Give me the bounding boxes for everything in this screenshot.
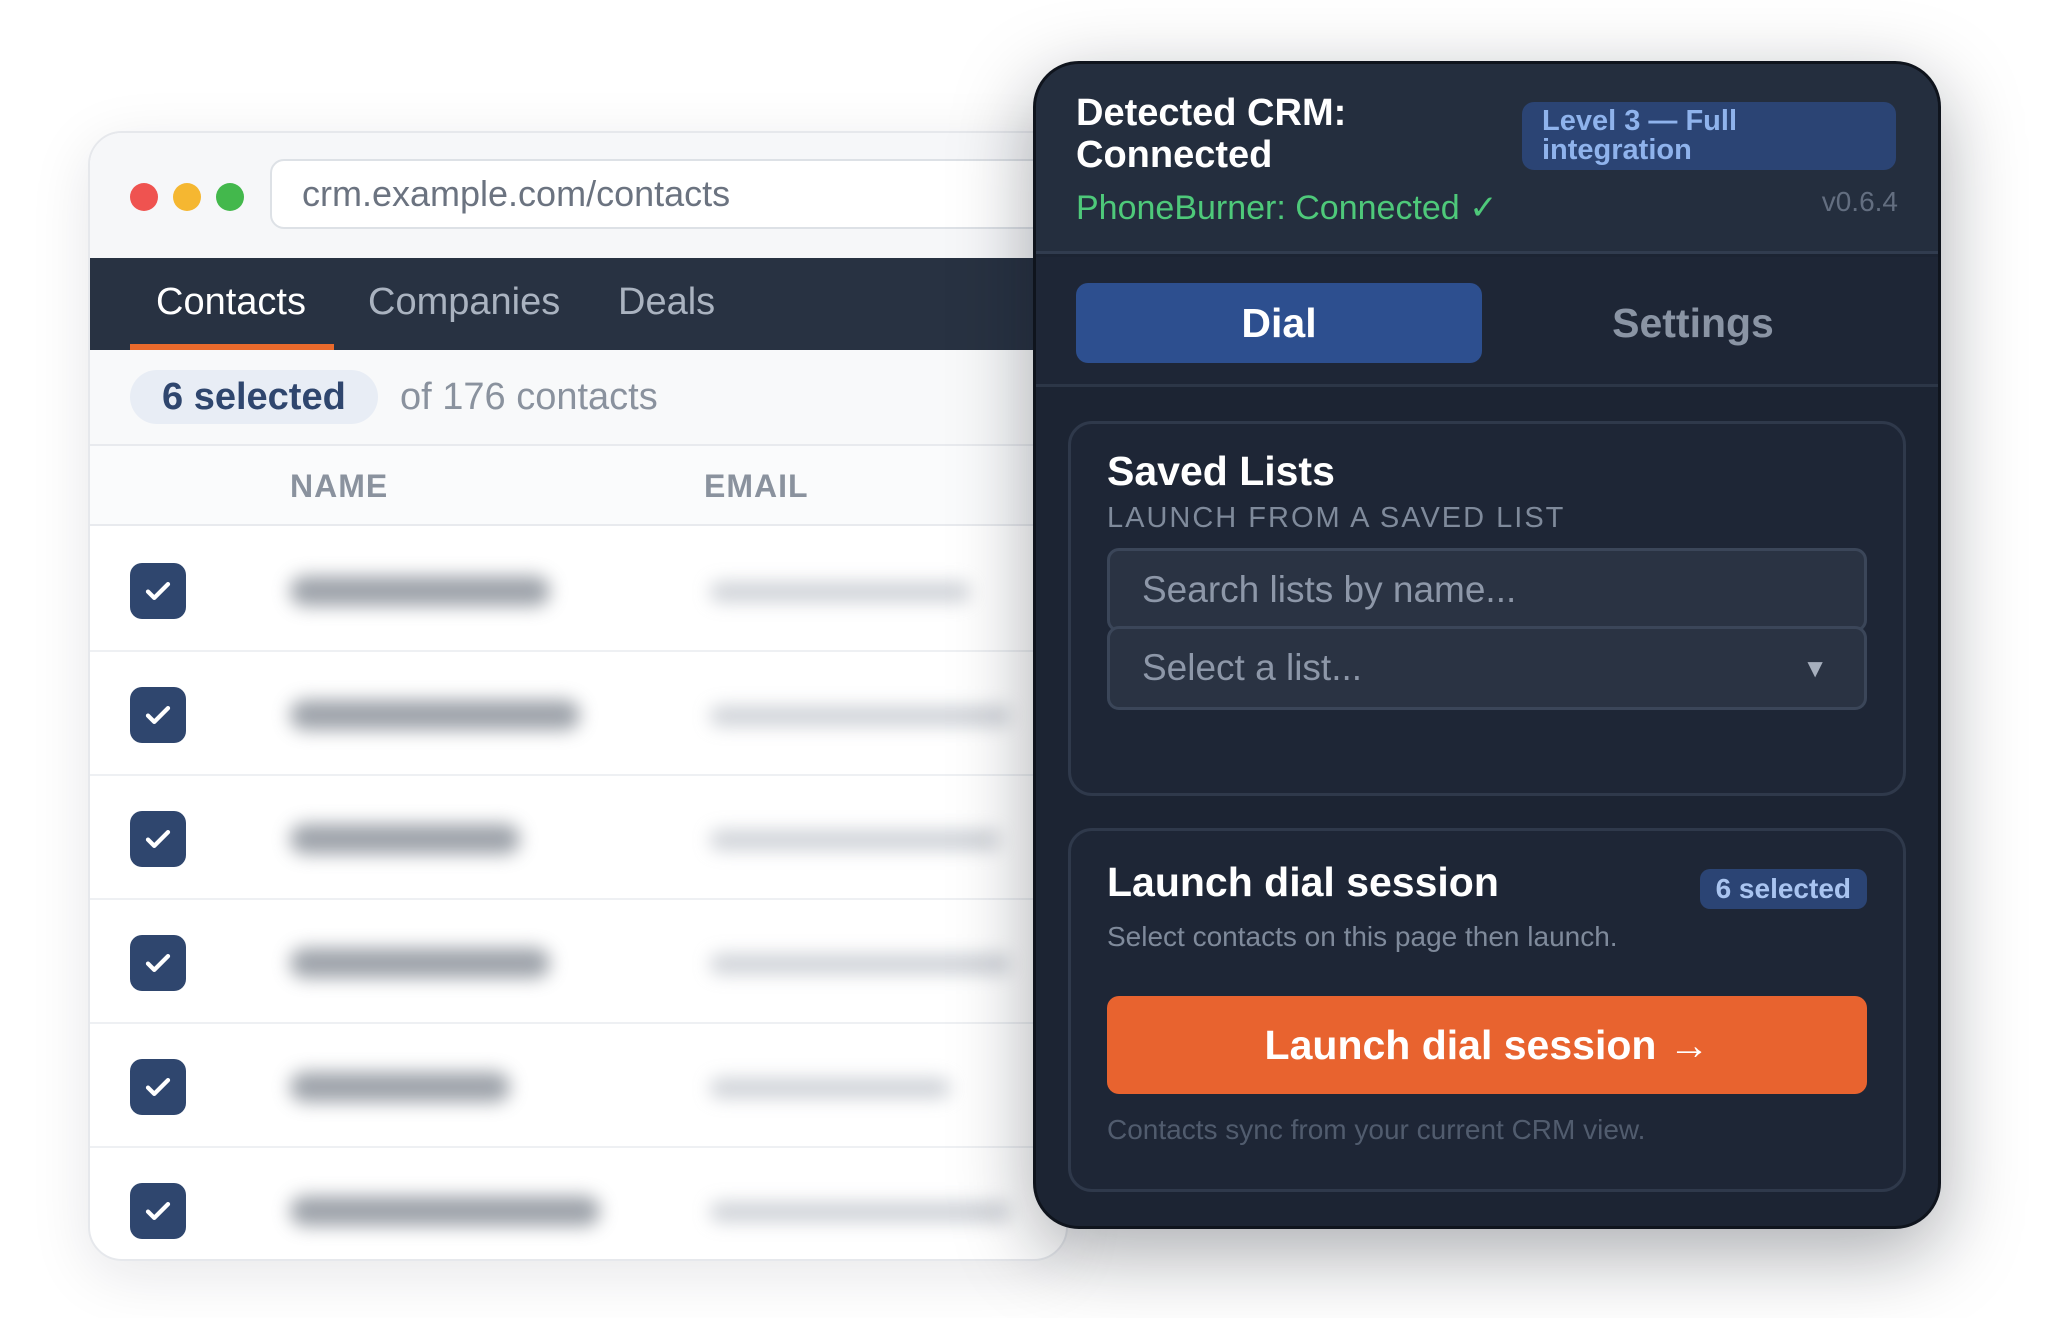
saved-lists-card: Saved Lists LAUNCH FROM A SAVED LIST Sea… <box>1068 421 1906 796</box>
sync-footnote: Contacts sync from your current CRM view… <box>1107 1114 1646 1145</box>
blurred-contact-email <box>710 582 970 602</box>
search-lists-input[interactable]: Search lists by name... <box>1107 548 1867 632</box>
checkmark-icon <box>145 1202 171 1220</box>
row-checkbox[interactable] <box>130 811 186 867</box>
selected-count-pill: 6 selected <box>130 370 378 424</box>
blurred-contact-name <box>290 1072 510 1102</box>
launch-dial-session-button[interactable]: Launch dial session → <box>1107 996 1867 1094</box>
launch-session-description: Select contacts on this page then launch… <box>1107 921 1618 952</box>
blurred-contact-email <box>710 830 1000 850</box>
crm-nav-bar: Contacts Companies Deals <box>90 258 1066 350</box>
row-checkbox[interactable] <box>130 563 186 619</box>
checkmark-icon <box>145 954 171 972</box>
blurred-contact-email <box>710 706 1010 726</box>
saved-lists-subtitle: LAUNCH FROM A SAVED LIST <box>1107 502 1566 534</box>
phoneburner-extension-panel: Detected CRM: Connected PhoneBurner: Con… <box>1033 61 1941 1229</box>
window-minimize-dot[interactable] <box>173 183 201 211</box>
blurred-contact-name <box>290 824 520 854</box>
blurred-contact-name <box>290 1196 600 1226</box>
checkmark-icon <box>145 1078 171 1096</box>
window-close-dot[interactable] <box>130 183 158 211</box>
checkmark-icon <box>145 582 171 600</box>
blurred-contact-name <box>290 700 580 730</box>
phoneburner-connection-status: PhoneBurner: Connected ✓ <box>1076 189 1498 227</box>
nav-tab-companies[interactable]: Companies <box>368 258 560 350</box>
chevron-down-icon: ▼ <box>1802 653 1828 683</box>
blurred-contact-name <box>290 576 550 606</box>
launch-session-card: Launch dial session 6 selected Select co… <box>1068 828 1906 1192</box>
column-header-email[interactable]: EMAIL <box>704 446 809 526</box>
row-checkbox[interactable] <box>130 1183 186 1239</box>
nav-tab-label: Companies <box>368 281 561 323</box>
table-header: NAME EMAIL <box>90 446 1066 526</box>
list-select-placeholder: Select a list... <box>1142 647 1363 688</box>
panel-header: Detected CRM: Connected PhoneBurner: Con… <box>1036 64 1938 254</box>
table-row[interactable] <box>90 528 1066 652</box>
table-row[interactable] <box>90 900 1066 1024</box>
selected-count-badge: 6 selected <box>1699 869 1867 909</box>
table-row[interactable] <box>90 652 1066 776</box>
table-row[interactable] <box>90 776 1066 900</box>
launch-button-label: Launch dial session <box>1264 1022 1657 1068</box>
arrow-right-icon: → <box>1668 1022 1710 1068</box>
table-row[interactable] <box>90 1148 1066 1259</box>
blurred-contact-name <box>290 948 550 978</box>
tab-settings[interactable]: Settings <box>1490 283 1896 363</box>
row-checkbox[interactable] <box>130 687 186 743</box>
blurred-contact-email <box>710 954 1010 974</box>
nav-tab-label: Contacts <box>156 281 306 323</box>
list-select-dropdown[interactable]: Select a list... ▼ <box>1107 626 1867 710</box>
nav-tab-label: Deals <box>618 281 716 323</box>
panel-tabs: Dial Settings <box>1036 257 1938 387</box>
address-bar[interactable]: crm.example.com/contacts <box>270 159 1066 229</box>
launch-session-title: Launch dial session <box>1107 859 1499 905</box>
checkmark-icon <box>145 830 171 848</box>
browser-chrome: crm.example.com/contacts <box>90 133 1066 258</box>
row-checkbox[interactable] <box>130 935 186 991</box>
integration-level-badge: Level 3 — Full integration <box>1522 102 1896 170</box>
nav-tab-deals[interactable]: Deals <box>618 258 715 350</box>
column-header-name[interactable]: NAME <box>290 446 388 526</box>
selection-bar: 6 selected of 176 contacts <box>90 350 1066 446</box>
tab-dial[interactable]: Dial <box>1076 283 1482 363</box>
row-checkbox[interactable] <box>130 1059 186 1115</box>
blurred-contact-email <box>710 1078 950 1098</box>
saved-lists-title: Saved Lists <box>1107 448 1335 494</box>
detected-crm-title: Detected CRM: Connected <box>1076 92 1347 176</box>
version-label: v0.6.4 <box>1821 186 1898 217</box>
checkmark-icon <box>145 706 171 724</box>
table-row[interactable] <box>90 1024 1066 1148</box>
blurred-contact-email <box>710 1202 1010 1222</box>
nav-tab-contacts[interactable]: Contacts <box>130 258 334 350</box>
total-contacts-text: of 176 contacts <box>400 376 658 418</box>
crm-browser-window: crm.example.com/contacts Contacts Compan… <box>88 131 1068 1261</box>
window-maximize-dot[interactable] <box>216 183 244 211</box>
